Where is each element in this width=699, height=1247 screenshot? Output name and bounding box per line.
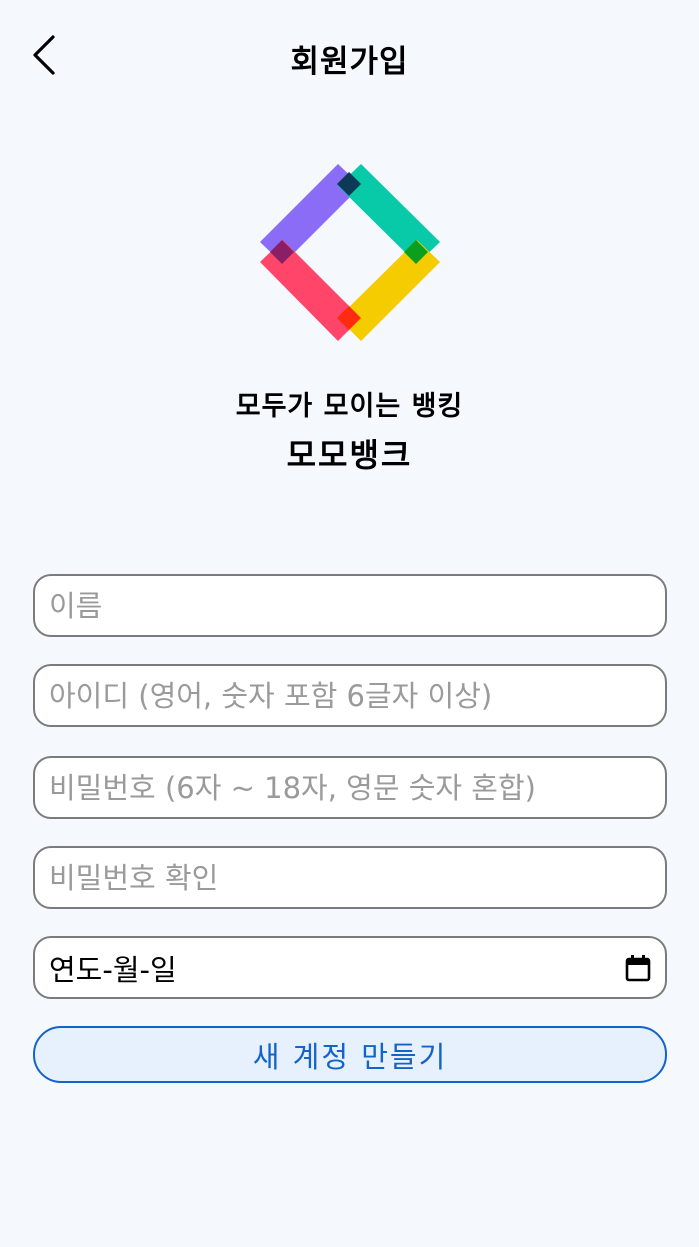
password-field[interactable]: [33, 756, 667, 819]
password-confirm-input[interactable]: [49, 860, 651, 895]
name-field[interactable]: [33, 574, 667, 637]
brand-name: 모모뱅크: [286, 436, 413, 474]
calendar-icon[interactable]: [625, 954, 651, 982]
password-input[interactable]: [49, 770, 651, 805]
diamond-logo-icon: [260, 164, 440, 341]
create-account-button[interactable]: 새 계정 만들기: [33, 1026, 667, 1083]
signup-page: 회원가입 모두가 모이는 뱅킹 모모뱅크 연도-월-일: [0, 0, 699, 1247]
id-field[interactable]: [33, 664, 667, 727]
password-confirm-field[interactable]: [33, 846, 667, 909]
name-input[interactable]: [49, 588, 651, 623]
brand-tagline: 모두가 모이는 뱅킹: [235, 391, 464, 422]
birthdate-field[interactable]: 연도-월-일: [33, 936, 667, 999]
page-title: 회원가입: [290, 44, 409, 80]
birthdate-value: 연도-월-일: [49, 952, 177, 987]
id-input[interactable]: [49, 678, 651, 713]
header: 회원가입: [0, 0, 699, 115]
